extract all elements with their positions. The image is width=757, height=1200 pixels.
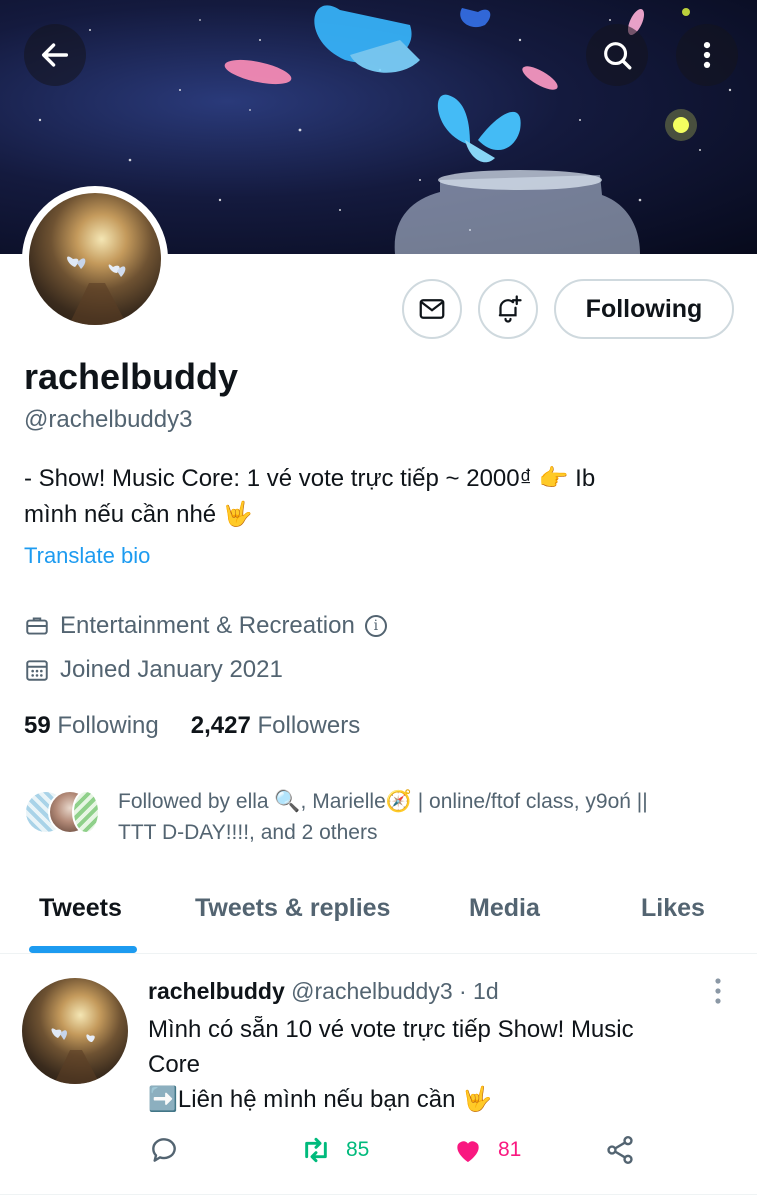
retweet-button[interactable]: 85 [300, 1134, 369, 1166]
tab-tweets-replies[interactable]: Tweets & replies [195, 894, 390, 923]
profile-tabs: Tweets Tweets & replies Media Likes [0, 880, 757, 954]
heart-filled-icon [457, 1141, 479, 1162]
joined-label: Joined January 2021 [60, 656, 283, 683]
divider [0, 1194, 757, 1195]
followed-by-line: Followed by ella 🔍, Marielle🧭 | online/f… [118, 790, 648, 813]
tab-media[interactable]: Media [469, 894, 540, 923]
tweet-header: rachelbuddy @rachelbuddy3 · 1d [148, 978, 499, 1005]
retweet-count: 85 [346, 1138, 370, 1161]
tweet-author-name[interactable]: rachelbuddy [148, 978, 285, 1004]
briefcase-icon [26, 617, 48, 635]
tweet-text: Mình có sẵn 10 vé vote trực tiếp Show! M… [148, 1012, 708, 1117]
follower-avatar [72, 790, 100, 834]
following-count: 59 [24, 712, 51, 739]
following-button[interactable]: Following [554, 279, 734, 339]
bell-plus-icon [498, 295, 522, 323]
retweet-icon [305, 1137, 327, 1163]
active-tab-indicator [29, 946, 137, 953]
followed-by-text: Followed by ella 🔍, Marielle🧭 | online/f… [118, 786, 648, 848]
followers-stat[interactable]: 2,427 Followers [191, 712, 360, 740]
profile-joined: Joined January 2021 [24, 656, 283, 684]
follower-avatars [24, 786, 108, 836]
category-label: Entertainment & Recreation [60, 612, 355, 639]
bio-line: mình nếu cần nhé 🤟 [24, 501, 253, 528]
info-icon[interactable]: i [364, 615, 387, 637]
tweet-text-line: ➡️Liên hệ mình nếu bạn cần 🤟 [148, 1086, 492, 1113]
like-button[interactable]: 81 [452, 1134, 521, 1166]
tweet-text-line: Mình có sẵn 10 vé vote trực tiếp Show! M… [148, 1016, 634, 1043]
avatar-image [29, 193, 161, 325]
arrow-left-icon [41, 43, 69, 67]
followers-count: 2,427 [190, 712, 251, 739]
profile-category: Entertainment & Recreation i [24, 612, 387, 640]
bio-line: - Show! Music Core: 1 vé vote trực tiếp … [24, 465, 596, 492]
avatar-butterflies [67, 256, 127, 325]
tweet-actions: 85 81 [148, 1134, 648, 1174]
followed-by[interactable]: Followed by ella 🔍, Marielle🧭 | online/f… [24, 786, 734, 848]
share-icon [607, 1136, 633, 1164]
display-name: rachelbuddy [24, 356, 239, 397]
search-button[interactable] [586, 24, 648, 86]
more-options-button[interactable] [676, 24, 738, 86]
following-stat[interactable]: 59 Following [24, 712, 159, 740]
follow-stats: 59 Following 2,427 Followers [24, 712, 360, 740]
reply-button[interactable] [148, 1134, 194, 1166]
followers-stat-label: Followers [257, 712, 361, 739]
more-vertical-icon [703, 41, 711, 69]
followed-by-line: TTT D-DAY!!!!, and 2 others [118, 821, 378, 844]
translate-bio-link[interactable]: Translate bio [24, 543, 150, 569]
profile-handle: @rachelbuddy3 [24, 406, 193, 433]
tweet-text-line: Core [148, 1051, 201, 1078]
tab-likes[interactable]: Likes [641, 894, 705, 923]
notifications-button[interactable] [478, 279, 538, 339]
message-button[interactable] [402, 279, 462, 339]
mail-icon [419, 299, 445, 319]
profile-bio: - Show! Music Core: 1 vé vote trực tiếp … [24, 461, 724, 533]
calendar-icon [26, 660, 48, 681]
like-count: 81 [498, 1138, 522, 1161]
share-button[interactable] [604, 1134, 650, 1166]
tweet-avatar-butterflies [51, 1028, 100, 1084]
reply-icon [152, 1138, 176, 1162]
tweet-more-icon[interactable] [708, 976, 728, 1006]
tweet-handle-time: @rachelbuddy3 · 1d [291, 978, 499, 1004]
search-icon [604, 42, 632, 70]
profile-avatar[interactable] [22, 186, 168, 332]
tweet-avatar[interactable] [22, 978, 128, 1084]
tab-tweets[interactable]: Tweets [39, 894, 122, 923]
back-button[interactable] [24, 24, 86, 86]
following-stat-label: Following [57, 712, 159, 739]
